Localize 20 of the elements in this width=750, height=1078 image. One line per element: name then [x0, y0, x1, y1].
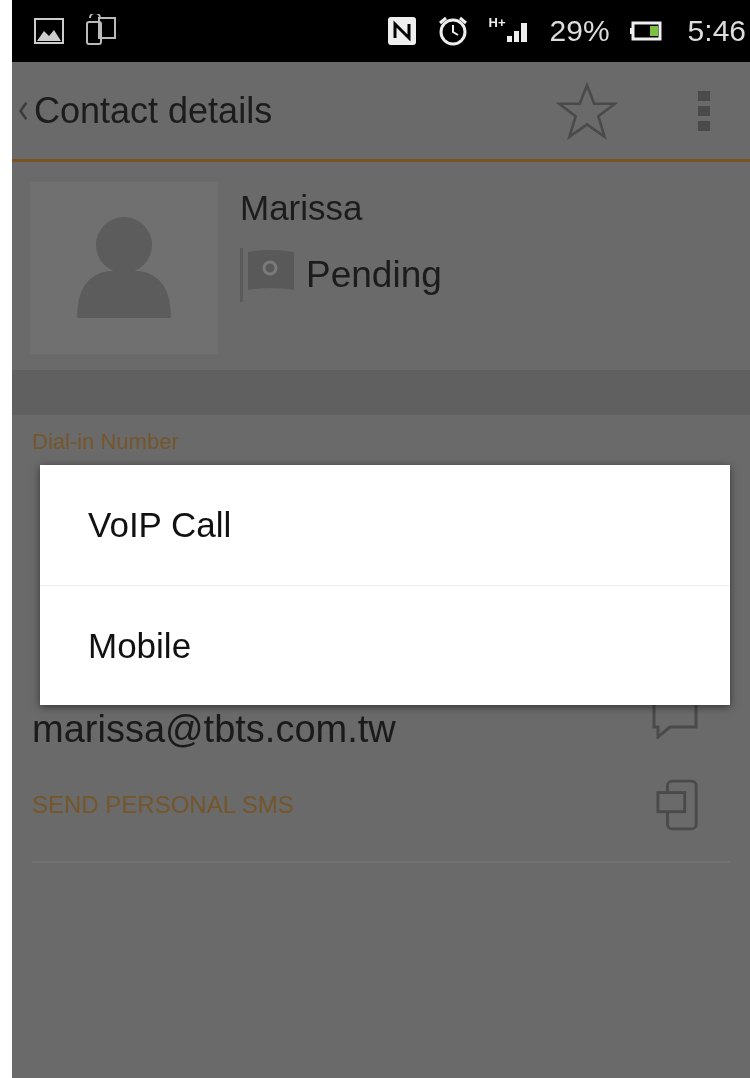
phone-message-icon[interactable] — [656, 779, 700, 831]
email-address[interactable]: marissa@tbts.com.tw — [32, 708, 396, 751]
nfc-icon — [386, 16, 417, 46]
contact-name: Marissa — [240, 188, 364, 228]
alarm-icon — [436, 15, 469, 47]
battery-percent: 29% — [549, 14, 610, 48]
contact-status: Pending — [306, 254, 442, 296]
back-icon — [18, 99, 28, 122]
image-icon — [34, 18, 64, 44]
menu-icon[interactable] — [698, 90, 710, 131]
network-type: H+ — [488, 15, 506, 30]
battery-icon — [629, 21, 662, 41]
clock: 5:46 — [687, 14, 746, 48]
flag-icon — [240, 248, 296, 302]
dialog-option[interactable]: Mobile — [40, 585, 730, 705]
dialog-option[interactable]: VoIP Call — [40, 465, 730, 585]
field-label: Dial-in Number — [32, 429, 180, 455]
back-button[interactable]: Contact details — [18, 89, 273, 132]
devices-icon — [84, 14, 118, 48]
star-icon[interactable] — [556, 81, 618, 140]
